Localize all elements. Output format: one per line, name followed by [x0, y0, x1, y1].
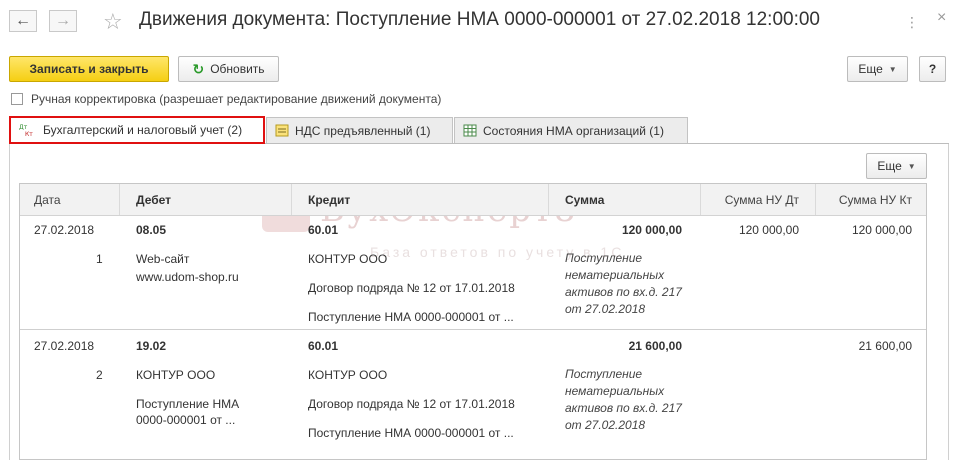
row2-content: Поступление нематериальных активов по вх… [565, 367, 682, 432]
row1-amount: 120 000,00 [621, 223, 682, 237]
row1-credit-sub2: Договор подряда № 12 от 17.01.2018 [308, 281, 515, 295]
table-icon [463, 124, 477, 137]
tab-vat-label: НДС предъявленный (1) [295, 123, 431, 138]
row2-credit-account: 60.01 [308, 339, 339, 353]
row1-debit-sub1: Web-сайт [136, 252, 190, 266]
row1-credit-account: 60.01 [308, 223, 339, 237]
manual-edit-label: Ручная корректировка (разрешает редактир… [31, 92, 442, 106]
row1-nu-dt: 120 000,00 [738, 223, 799, 237]
table-more-button[interactable]: Еще ▼ [866, 153, 927, 179]
window-title: Движения документа: Поступление НМА 0000… [139, 9, 820, 30]
table-more-label: Еще [877, 159, 902, 173]
row2-credit-sub3: Поступление НМА 0000-000001 от ... [308, 426, 514, 440]
table-header: Дата Дебет Кредит Сумма Сумма НУ Дт Сумм… [20, 184, 926, 216]
svg-text:Кт: Кт [25, 131, 33, 137]
col-credit[interactable]: Кредит [292, 184, 549, 215]
col-nu-dt[interactable]: Сумма НУ Дт [701, 184, 816, 215]
col-amount[interactable]: Сумма [549, 184, 701, 215]
col-nu-kt[interactable]: Сумма НУ Кт [816, 184, 926, 215]
row1-credit-sub1: КОНТУР ООО [308, 252, 388, 266]
col-debit[interactable]: Дебет [120, 184, 292, 215]
chevron-down-icon: ▼ [888, 64, 897, 74]
row2-debit-sub1: КОНТУР ООО [136, 368, 216, 382]
save-close-button[interactable]: Записать и закрыть [9, 56, 169, 82]
row1-debit-sub2: www.udom-shop.ru [136, 270, 239, 284]
more-label: Еще [858, 62, 883, 76]
svg-text:Дт: Дт [19, 124, 28, 131]
row1-content: Поступление нематериальных активов по вх… [565, 251, 682, 316]
chevron-down-icon: ▼ [907, 161, 916, 171]
tab-accounting-label: Бухгалтерский и налоговый учет (2) [43, 123, 243, 137]
help-button[interactable]: ? [919, 56, 946, 82]
row2-credit-sub1: КОНТУР ООО [308, 368, 388, 382]
close-icon[interactable]: × [937, 9, 946, 27]
col-date[interactable]: Дата [20, 184, 120, 215]
row1-credit-sub3: Поступление НМА 0000-000001 от ... [308, 310, 514, 324]
row2-nu-kt: 21 600,00 [858, 339, 912, 353]
forward-button[interactable]: → [49, 10, 77, 32]
row-separator [20, 329, 926, 330]
refresh-button[interactable]: ↻ Обновить [178, 56, 279, 82]
tab-nma-states-label: Состояния НМА организаций (1) [483, 123, 664, 138]
row2-date: 27.02.2018 [34, 339, 95, 353]
more-button[interactable]: Еще ▼ [847, 56, 908, 82]
row1-num: 1 [96, 252, 103, 266]
dt-kt-icon: Дт Кт [19, 123, 37, 137]
movements-table[interactable]: Дата Дебет Кредит Сумма Сумма НУ Дт Сумм… [19, 183, 927, 460]
row2-amount: 21 600,00 [628, 339, 682, 353]
row2-num: 2 [96, 368, 103, 382]
row2-debit-sub3: 0000-000001 от ... [136, 413, 236, 427]
tab-nma-states[interactable]: Состояния НМА организаций (1) [454, 117, 688, 143]
row1-debit-account: 08.05 [136, 223, 167, 237]
arrow-right-icon: → [55, 12, 71, 29]
back-button[interactable]: ← [9, 10, 37, 32]
refresh-label: Обновить [210, 62, 265, 76]
row1-date: 27.02.2018 [34, 223, 95, 237]
tab-accounting[interactable]: Дт Кт Бухгалтерский и налоговый учет (2) [9, 116, 265, 144]
row1-nu-kt: 120 000,00 [851, 223, 912, 237]
arrow-left-icon: ← [15, 12, 31, 29]
more-options-icon[interactable]: ⋮ [905, 14, 920, 31]
row2-credit-sub2: Договор подряда № 12 от 17.01.2018 [308, 397, 515, 411]
manual-edit-checkbox[interactable] [11, 93, 23, 105]
refresh-icon: ↻ [192, 60, 205, 77]
tab-vat[interactable]: НДС предъявленный (1) [266, 117, 453, 143]
favorite-star-icon[interactable]: ☆ [103, 9, 123, 35]
row2-debit-sub2: Поступление НМА [136, 397, 240, 411]
register-icon [275, 124, 289, 137]
row2-debit-account: 19.02 [136, 339, 167, 353]
